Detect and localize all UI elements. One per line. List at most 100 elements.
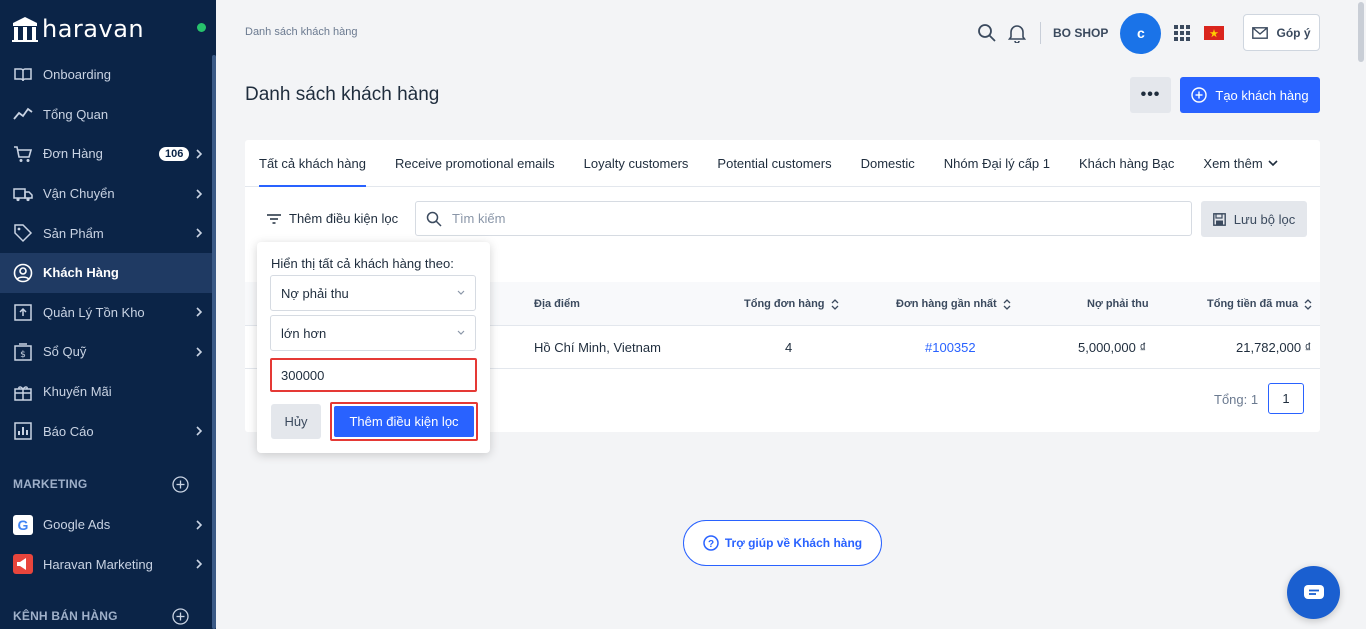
- sidebar-item-label: Sản Phẩm: [43, 225, 104, 241]
- tab-domestic[interactable]: Domestic: [861, 140, 915, 187]
- chart-line-icon: [13, 104, 33, 124]
- tab-silver-customers[interactable]: Khách hàng Bạc: [1079, 140, 1174, 187]
- apps-grid-icon[interactable]: [1171, 22, 1193, 44]
- chevron-right-icon: [196, 520, 203, 530]
- megaphone-icon: [13, 554, 33, 575]
- book-icon: [13, 65, 33, 85]
- pagination-page[interactable]: 1: [1268, 383, 1304, 414]
- page-scrollbar[interactable]: [1356, 0, 1366, 629]
- sidebar-item-overview[interactable]: Tổng Quan: [0, 95, 212, 135]
- column-header-label: Tổng đơn hàng: [744, 298, 825, 310]
- more-actions-button[interactable]: •••: [1130, 77, 1171, 113]
- total-count: Tổng: 1: [1214, 392, 1259, 407]
- google-icon: G: [13, 514, 33, 535]
- tab-agent-group-1[interactable]: Nhóm Đại lý cấp 1: [944, 140, 1050, 187]
- cell-total-orders: 4: [785, 340, 793, 355]
- page-scrollbar-thumb[interactable]: [1358, 2, 1364, 62]
- filter-popover: Hiển thị tất cả khách hàng theo: Nợ phải…: [257, 242, 490, 453]
- filter-operator-value: lớn hơn: [281, 325, 327, 341]
- sidebar-item-google-ads[interactable]: G Google Ads: [0, 505, 212, 545]
- avatar[interactable]: c: [1120, 12, 1162, 54]
- tab-more-label: Xem thêm: [1203, 156, 1263, 171]
- filter-value-field: [270, 358, 477, 392]
- sidebar-item-label: Tổng Quan: [43, 106, 109, 122]
- sidebar-item-cashbook[interactable]: $ Sổ Quỹ: [0, 332, 212, 372]
- sidebar-item-products[interactable]: Sản Phẩm: [0, 213, 212, 253]
- filter-value-input[interactable]: [272, 360, 475, 390]
- add-filter-label: Thêm điều kiện lọc: [289, 211, 399, 226]
- help-icon: ?: [703, 535, 719, 551]
- shop-name[interactable]: BO SHOP: [1053, 26, 1108, 40]
- vietnam-flag-icon[interactable]: [1203, 22, 1225, 44]
- add-filter-button[interactable]: Thêm điều kiện lọc: [257, 201, 406, 236]
- sidebar-item-onboarding[interactable]: Onboarding: [0, 55, 212, 95]
- save-filter-button[interactable]: Lưu bộ lọc: [1201, 201, 1307, 237]
- sidebar-item-label: Vận Chuyển: [43, 186, 115, 202]
- filter-add-button[interactable]: Thêm điều kiện lọc: [334, 406, 474, 437]
- sidebar-item-label: Khách Hàng: [43, 265, 119, 281]
- marketing-section-title: MARKETING: [13, 477, 88, 491]
- customer-help-button[interactable]: ? Trợ giúp về Khách hàng: [683, 520, 882, 566]
- breadcrumb[interactable]: Danh sách khách hàng: [245, 26, 358, 38]
- brand-name: haravan: [42, 15, 145, 43]
- filter-add-highlight: Thêm điều kiện lọc: [330, 402, 478, 441]
- tab-all-customers[interactable]: Tất cả khách hàng: [259, 140, 366, 187]
- feedback-label: Góp ý: [1276, 25, 1311, 40]
- chat-button[interactable]: [1287, 566, 1340, 619]
- add-sales-channel-icon[interactable]: [172, 608, 189, 625]
- filter-field-select[interactable]: Nợ phải thu: [270, 275, 476, 311]
- svg-text:$: $: [20, 350, 26, 360]
- column-header-last-order[interactable]: Đơn hàng gần nhất: [896, 282, 1011, 326]
- save-icon: [1212, 212, 1226, 226]
- sidebar-item-label: Báo Cáo: [43, 423, 94, 439]
- tab-potential-customers[interactable]: Potential customers: [717, 140, 831, 187]
- filter-icon: [267, 213, 281, 224]
- chevron-down-icon: [1268, 160, 1278, 167]
- bell-icon[interactable]: [1006, 22, 1028, 44]
- sidebar-item-inventory[interactable]: Quản Lý Tồn Kho: [0, 293, 212, 333]
- sidebar-item-customers[interactable]: Khách Hàng: [0, 252, 212, 293]
- create-customer-label: Tạo khách hàng: [1215, 87, 1309, 103]
- sidebar-item-promotions[interactable]: Khuyến Mãi: [0, 372, 212, 412]
- cell-total-spent: 21,782,000 ₫: [1236, 340, 1312, 355]
- brand-logo[interactable]: haravan: [10, 14, 144, 44]
- column-header-total-spent[interactable]: Tổng tiền đã mua: [1207, 282, 1312, 326]
- filter-cancel-button[interactable]: Hủy: [271, 404, 321, 439]
- chevron-right-icon: [196, 559, 203, 569]
- tab-promotional-emails[interactable]: Receive promotional emails: [395, 140, 555, 187]
- save-filter-label: Lưu bộ lọc: [1233, 211, 1296, 227]
- plus-circle-icon: [1191, 87, 1208, 103]
- tab-loyalty-customers[interactable]: Loyalty customers: [584, 140, 689, 187]
- sidebar-item-orders[interactable]: Đơn Hàng 106: [0, 134, 212, 174]
- topbar-divider: [1040, 22, 1041, 44]
- column-header-label: Tổng tiền đã mua: [1207, 298, 1299, 310]
- sidebar-item-shipping[interactable]: Vận Chuyển: [0, 174, 212, 214]
- chevron-down-icon: [457, 330, 465, 335]
- sort-icon: [1003, 298, 1011, 310]
- sort-icon: [831, 298, 838, 310]
- cell-last-order-link[interactable]: #100352: [925, 326, 976, 369]
- filter-operator-select[interactable]: lớn hơn: [270, 315, 476, 351]
- svg-text:?: ?: [708, 539, 714, 550]
- filter-popover-label: Hiển thị tất cả khách hàng theo:: [271, 256, 454, 271]
- mail-icon: [1252, 26, 1269, 39]
- feedback-button[interactable]: Góp ý: [1243, 14, 1320, 51]
- orders-count-badge: 106: [159, 146, 190, 161]
- cashbook-icon: $: [13, 342, 33, 362]
- sidebar-item-reports[interactable]: Báo Cáo: [0, 411, 212, 451]
- sidebar-item-label: Haravan Marketing: [43, 556, 153, 572]
- column-header-debt: Nợ phải thu: [1087, 282, 1149, 326]
- search-icon[interactable]: [976, 22, 998, 44]
- chevron-right-icon: [196, 347, 203, 357]
- chevron-right-icon: [196, 149, 203, 159]
- tab-more[interactable]: Xem thêm: [1203, 140, 1278, 187]
- column-header-label: Nợ phải thu: [1087, 298, 1149, 310]
- add-marketing-icon[interactable]: [172, 476, 189, 493]
- sidebar-item-haravan-marketing[interactable]: Haravan Marketing: [0, 545, 212, 585]
- search-input[interactable]: [452, 211, 1152, 226]
- cell-debt: 5,000,000 ₫: [1078, 340, 1147, 355]
- chat-icon: [1303, 584, 1324, 599]
- create-customer-button[interactable]: Tạo khách hàng: [1180, 77, 1320, 113]
- column-header-total-orders[interactable]: Tổng đơn hàng: [744, 282, 839, 326]
- sidebar: haravan Onboarding Tổng Quan Đơn Hàng 10…: [0, 0, 216, 629]
